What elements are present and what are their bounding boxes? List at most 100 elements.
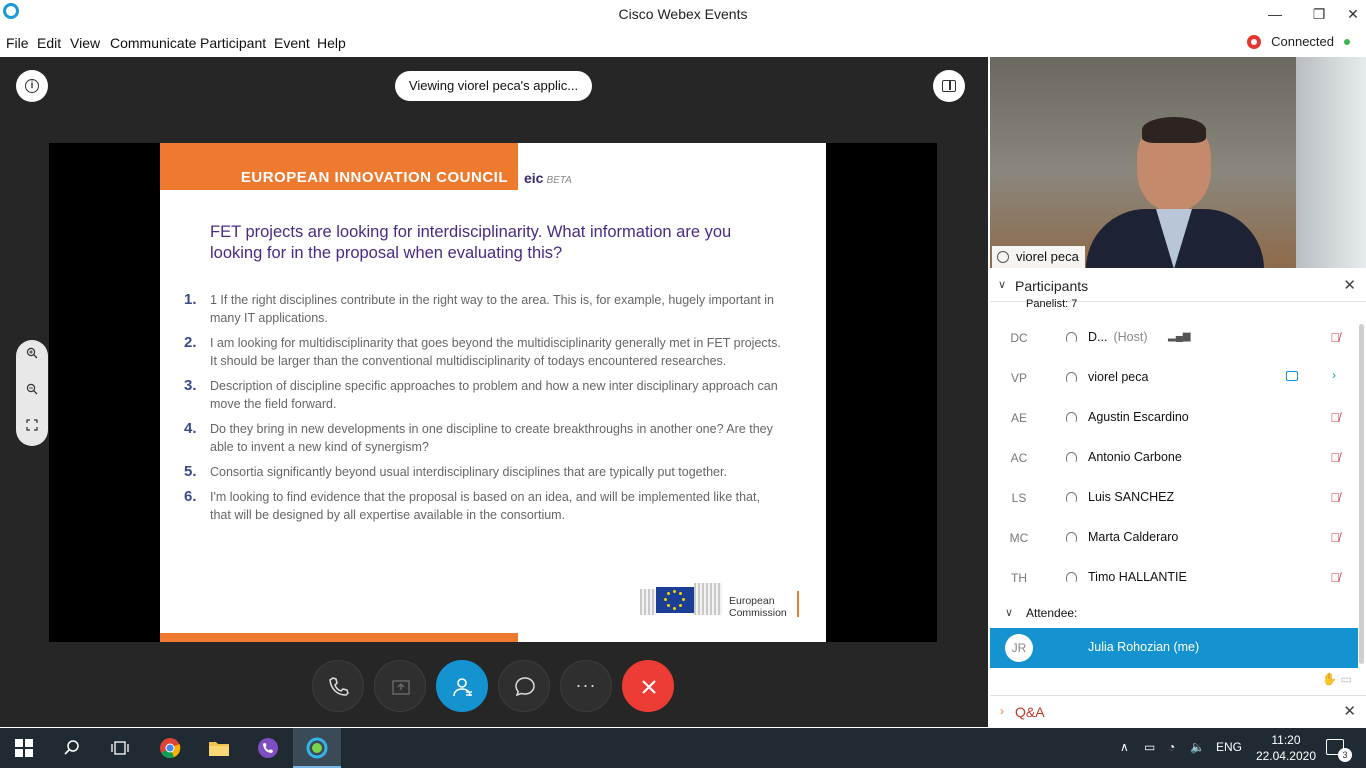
muted-mic-icon[interactable]: 🎙̸ — [1330, 490, 1340, 505]
participants-button[interactable] — [436, 660, 488, 712]
participant-row[interactable]: MC Marta Calderaro 🎙̸ — [990, 518, 1358, 558]
meeting-info-button[interactable]: i — [16, 70, 48, 102]
headset-icon — [1066, 412, 1077, 423]
muted-mic-icon[interactable]: 🎙̸ — [1330, 330, 1340, 345]
menu-help[interactable]: Help — [317, 35, 346, 51]
participant-row[interactable]: AC Antonio Carbone 🎙̸ — [990, 438, 1358, 478]
muted-mic-icon[interactable]: 🎙̸ — [1330, 570, 1340, 585]
avatar: MC — [1005, 524, 1033, 552]
participant-name: Marta Calderaro — [1088, 530, 1179, 544]
headset-icon — [1066, 452, 1077, 463]
qa-label: Q&A — [1015, 704, 1045, 720]
expand-chevron-icon[interactable]: › — [1000, 704, 1004, 718]
layout-toggle-button[interactable] — [933, 70, 965, 102]
feedback-icon[interactable]: ▭ — [1341, 672, 1352, 686]
participants-scrollbar[interactable] — [1359, 324, 1364, 664]
chat-button[interactable] — [498, 660, 550, 712]
eic-header-band: EUROPEAN INNOVATION COUNCIL — [160, 143, 518, 190]
slide-item-number: 4. — [184, 420, 197, 437]
muted-mic-icon[interactable]: 🎙̸ — [1330, 530, 1340, 545]
slide-header-text: EUROPEAN INNOVATION COUNCIL — [240, 169, 508, 186]
menu-edit[interactable]: Edit — [37, 35, 61, 51]
participant-row[interactable]: DC D... (Host) ▂▄▆ 🎙̸ — [990, 318, 1358, 358]
avatar: TH — [1005, 564, 1033, 592]
system-clock[interactable]: 11:20 22.04.2020 — [1256, 732, 1316, 764]
battery-icon[interactable]: ▭ — [1144, 740, 1155, 754]
title-bar: Cisco Webex Events — ❐ ✕ — [0, 0, 1366, 30]
participants-icon — [453, 678, 472, 697]
zoom-in-button[interactable] — [22, 345, 42, 365]
participants-panel: ∨ Participants ✕ Panelist: 7 DC D... (Hos… — [990, 268, 1366, 695]
webex-taskbar-button[interactable] — [293, 728, 341, 768]
menu-view[interactable]: View — [70, 35, 100, 51]
language-indicator[interactable]: ENG — [1216, 740, 1242, 754]
participant-row[interactable]: AE Agustin Escardino 🎙̸ — [990, 398, 1358, 438]
zoom-out-button[interactable] — [22, 381, 42, 401]
muted-mic-icon[interactable]: 🎙̸ — [1330, 450, 1340, 465]
restore-button[interactable]: ❐ — [1304, 4, 1334, 24]
search-button[interactable] — [48, 728, 96, 768]
viber-taskbar-button[interactable] — [244, 728, 292, 768]
share-button[interactable] — [374, 660, 426, 712]
info-icon: i — [25, 79, 39, 93]
close-qa-icon[interactable]: ✕ — [1343, 702, 1356, 720]
connected-indicator-icon — [1344, 38, 1350, 45]
viewing-indicator[interactable]: Viewing viorel peca's applic... — [395, 71, 592, 101]
close-participants-icon[interactable]: ✕ — [1343, 276, 1356, 294]
active-speaker-video[interactable]: viorel peca — [990, 57, 1366, 268]
show-hidden-icons-icon[interactable]: ∧ — [1120, 740, 1129, 754]
notification-count-badge: 3 — [1338, 748, 1352, 762]
shared-screen[interactable]: EUROPEAN INNOVATION COUNCIL eic BETA FET … — [49, 143, 937, 642]
raise-hand-controls[interactable]: ✋ ▭ — [1322, 672, 1352, 686]
qa-panel-header[interactable]: › Q&A ✕ — [990, 695, 1366, 727]
menu-file[interactable]: File — [6, 35, 29, 51]
connection-status[interactable]: Connected — [1247, 34, 1350, 49]
close-window-button[interactable]: ✕ — [1338, 4, 1366, 24]
headset-icon — [1066, 492, 1077, 503]
participant-name: Luis SANCHEZ — [1088, 490, 1175, 504]
chevron-right-icon[interactable]: › — [1332, 368, 1336, 382]
ec-building-graphic — [640, 589, 656, 615]
slide-list-item: 5. Consortia significantly beyond usual i… — [184, 463, 784, 481]
slide-item-text: I am looking for multidisciplinarity tha… — [210, 336, 781, 368]
volume-icon[interactable]: 🔈 — [1190, 740, 1205, 754]
task-view-button[interactable] — [96, 728, 144, 768]
ec-building-graphic — [694, 583, 722, 615]
slide-list-item: 6. I'm looking to find evidence that the… — [184, 488, 784, 524]
host-tag: (Host) — [1113, 330, 1148, 344]
slide-title: FET projects are looking for interdiscip… — [210, 223, 732, 262]
participant-row[interactable]: TH Timo HALLANTIE 🎙̸ — [990, 558, 1358, 598]
slide-item-number: 3. — [184, 377, 197, 394]
slide-list-item: 1. 1 If the right disciplines contribute … — [184, 291, 784, 327]
raise-hand-icon[interactable]: ✋ — [1322, 672, 1337, 686]
leave-event-button[interactable] — [622, 660, 674, 712]
zoom-in-icon — [26, 347, 38, 359]
record-icon — [1247, 34, 1262, 49]
menu-event[interactable]: Event — [274, 35, 310, 51]
collapse-chevron-icon[interactable]: ∨ — [998, 278, 1006, 291]
content-stage: i Viewing viorel peca's applic... EUROPE… — [0, 57, 988, 727]
menu-participant[interactable]: Participant — [200, 35, 266, 51]
menu-communicate[interactable]: Communicate — [110, 35, 196, 51]
start-button[interactable] — [0, 728, 48, 768]
file-explorer-taskbar-button[interactable] — [195, 728, 243, 768]
video-camera-icon[interactable] — [1286, 371, 1298, 381]
avatar: JR — [1005, 634, 1033, 662]
chrome-taskbar-button[interactable] — [146, 728, 194, 768]
participant-row-me[interactable]: JR Julia Rohozian (me) — [990, 628, 1358, 668]
wifi-icon[interactable]: ◔ — [1168, 740, 1175, 754]
minimize-button[interactable]: — — [1260, 4, 1290, 24]
muted-mic-icon[interactable]: 🎙̸ — [1330, 410, 1340, 425]
more-options-button[interactable]: ··· — [560, 660, 612, 712]
presentation-slide: EUROPEAN INNOVATION COUNCIL eic BETA FET … — [160, 143, 826, 642]
participants-header[interactable]: ∨ Participants ✕ — [990, 268, 1366, 302]
fit-screen-button[interactable] — [22, 417, 42, 437]
participant-row[interactable]: VP viorel peca › — [990, 358, 1358, 398]
attendee-collapse-chevron-icon[interactable]: ∨ — [1005, 606, 1013, 619]
participant-name-text: D... — [1088, 330, 1108, 344]
audio-button[interactable] — [312, 660, 364, 712]
slide-item-text: 1 If the right disciplines contribute in… — [210, 293, 774, 325]
participant-name: Antonio Carbone — [1088, 450, 1182, 464]
participant-row[interactable]: LS Luis SANCHEZ 🎙̸ — [990, 478, 1358, 518]
european-commission-logo: European Commission — [640, 579, 802, 619]
